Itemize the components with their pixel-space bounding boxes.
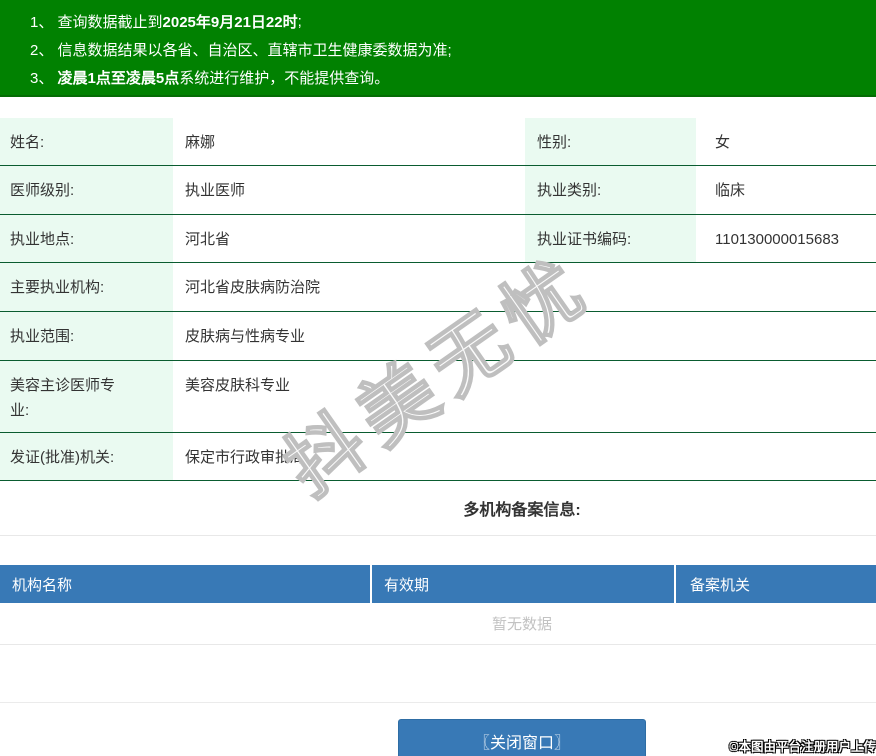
field-value-gender: 女 bbox=[715, 134, 731, 151]
field-value-doctor-level: 执业医师 bbox=[185, 182, 246, 199]
column-header-validity-period: 有效期 bbox=[372, 565, 674, 603]
notice-line-2: 2、 信息数据结果以各省、自治区、直辖市卫生健康委数据为准; bbox=[30, 35, 876, 63]
practitioner-query-result-page: 1、 查询数据截止到 2025年9月21日22时; 2、 信息数据结果以各省、自治… bbox=[0, 0, 876, 756]
field-label-gender: 性别: bbox=[525, 118, 696, 165]
field-label-doctor-level: 医师级别: bbox=[0, 166, 173, 214]
empty-table-row bbox=[0, 645, 876, 703]
copyright-watermark: ©本图由平台注册用户上传 bbox=[729, 740, 876, 754]
field-value-name: 麻娜 bbox=[185, 134, 216, 151]
empty-data-message: 暂无数据 bbox=[0, 603, 876, 645]
notice-text: 1、 查询数据截止到 bbox=[30, 13, 163, 31]
table-row: 发证(批准)机关: 保定市行政审批局 bbox=[0, 433, 876, 481]
field-value-practice-scope: 皮肤病与性病专业 bbox=[185, 328, 306, 345]
field-label-practice-category: 执业类别: bbox=[525, 166, 696, 214]
registration-table: 机构名称 有效期 备案机关 暂无数据 bbox=[0, 565, 876, 703]
notice-bold-text: 2025年9月21日22时 bbox=[162, 13, 298, 31]
table-row: 主要执业机构: 河北省皮肤病防治院 bbox=[0, 263, 876, 312]
notice-text: ; bbox=[297, 12, 302, 30]
table-row: 执业地点: 河北省 执业证书编码: 110130000015683 bbox=[0, 215, 876, 263]
field-label-name: 姓名: bbox=[0, 118, 173, 165]
table-row: 美容主诊医师专业: 美容皮肤科专业 bbox=[0, 361, 876, 433]
field-label-main-institution: 主要执业机构: bbox=[0, 263, 173, 311]
table-row: 医师级别: 执业医师 执业类别: 临床 bbox=[0, 166, 876, 215]
field-value-cosmetic-specialty: 美容皮肤科专业 bbox=[185, 377, 291, 394]
column-header-institution-name: 机构名称 bbox=[0, 565, 370, 603]
notice-text: 2、 信息数据结果以各省、自治区、直辖市卫生健康委数据为准; bbox=[30, 41, 452, 59]
field-value-certificate-number: 110130000015683 bbox=[715, 231, 840, 248]
field-value-main-institution: 河北省皮肤病防治院 bbox=[185, 279, 321, 296]
field-label-practice-scope: 执业范围: bbox=[0, 312, 173, 360]
multi-institution-section-title: 多机构备案信息: bbox=[0, 481, 876, 536]
field-label-cosmetic-specialty: 美容主诊医师专业: bbox=[0, 361, 173, 432]
notice-bold-text: 凌晨1点至凌晨5点 bbox=[57, 69, 180, 87]
notice-banner: 1、 查询数据截止到 2025年9月21日22时; 2、 信息数据结果以各省、自治… bbox=[0, 0, 876, 97]
notice-text: 3、 bbox=[30, 69, 58, 87]
registration-table-header: 机构名称 有效期 备案机关 bbox=[0, 565, 876, 603]
field-label-issuing-authority: 发证(批准)机关: bbox=[0, 433, 173, 480]
page-content: 1、 查询数据截止到 2025年9月21日22时; 2、 信息数据结果以各省、自治… bbox=[0, 0, 876, 756]
close-window-button[interactable]: 〖关闭窗口〗 bbox=[398, 719, 646, 756]
notice-line-1: 1、 查询数据截止到 2025年9月21日22时; bbox=[30, 7, 876, 35]
notice-line-3: 3、 凌晨1点至凌晨5点 系统进行维护，不能提供查询。 bbox=[30, 63, 876, 91]
notice-text: 系统进行维护，不能提供查询。 bbox=[179, 69, 390, 87]
column-header-filing-authority: 备案机关 bbox=[676, 565, 876, 603]
field-value-issuing-authority: 保定市行政审批局 bbox=[185, 449, 306, 466]
field-value-practice-category: 临床 bbox=[715, 182, 746, 199]
table-row: 执业范围: 皮肤病与性病专业 bbox=[0, 312, 876, 361]
field-label-certificate-number: 执业证书编码: bbox=[525, 215, 696, 262]
practitioner-info-table: 姓名: 麻娜 性别: 女 医师级别: 执业医师 执业类别: 临床 执业地点: 河… bbox=[0, 118, 876, 481]
field-value-practice-location: 河北省 bbox=[185, 231, 231, 248]
field-label-practice-location: 执业地点: bbox=[0, 215, 173, 262]
table-row: 姓名: 麻娜 性别: 女 bbox=[0, 118, 876, 166]
